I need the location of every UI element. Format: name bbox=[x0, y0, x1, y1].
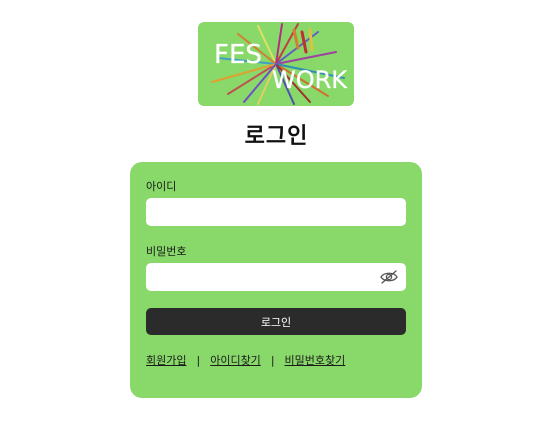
link-separator: | bbox=[196, 354, 201, 367]
password-input[interactable] bbox=[146, 263, 406, 291]
logo-text-work: WORK bbox=[272, 66, 348, 94]
logo-text-fes: FES bbox=[214, 40, 262, 70]
id-input[interactable] bbox=[146, 198, 406, 226]
link-separator: | bbox=[270, 354, 275, 367]
signup-link[interactable]: 회원가입 bbox=[146, 354, 186, 367]
eye-slash-icon[interactable] bbox=[379, 269, 399, 285]
account-links: 회원가입 | 아이디찾기 | 비밀번호찾기 bbox=[146, 352, 345, 368]
logo-art: FES WORK bbox=[211, 23, 348, 105]
login-page: FES WORK 로그인 아이디 비밀번호 로그인 회원가입 | 아이디찾기 | 비밀번… bbox=[0, 0, 559, 446]
find-id-link[interactable]: 아이디찾기 bbox=[210, 354, 261, 367]
password-label: 비밀번호 bbox=[146, 245, 187, 258]
login-form-card: 아이디 비밀번호 로그인 회원가입 | 아이디찾기 | 비밀번호찾기 bbox=[130, 162, 422, 398]
page-title: 로그인 bbox=[244, 124, 309, 149]
id-label: 아이디 bbox=[146, 180, 177, 193]
fes-work-logo: FES WORK bbox=[198, 22, 354, 106]
find-password-link[interactable]: 비밀번호찾기 bbox=[285, 354, 346, 367]
login-button[interactable]: 로그인 bbox=[146, 308, 406, 335]
